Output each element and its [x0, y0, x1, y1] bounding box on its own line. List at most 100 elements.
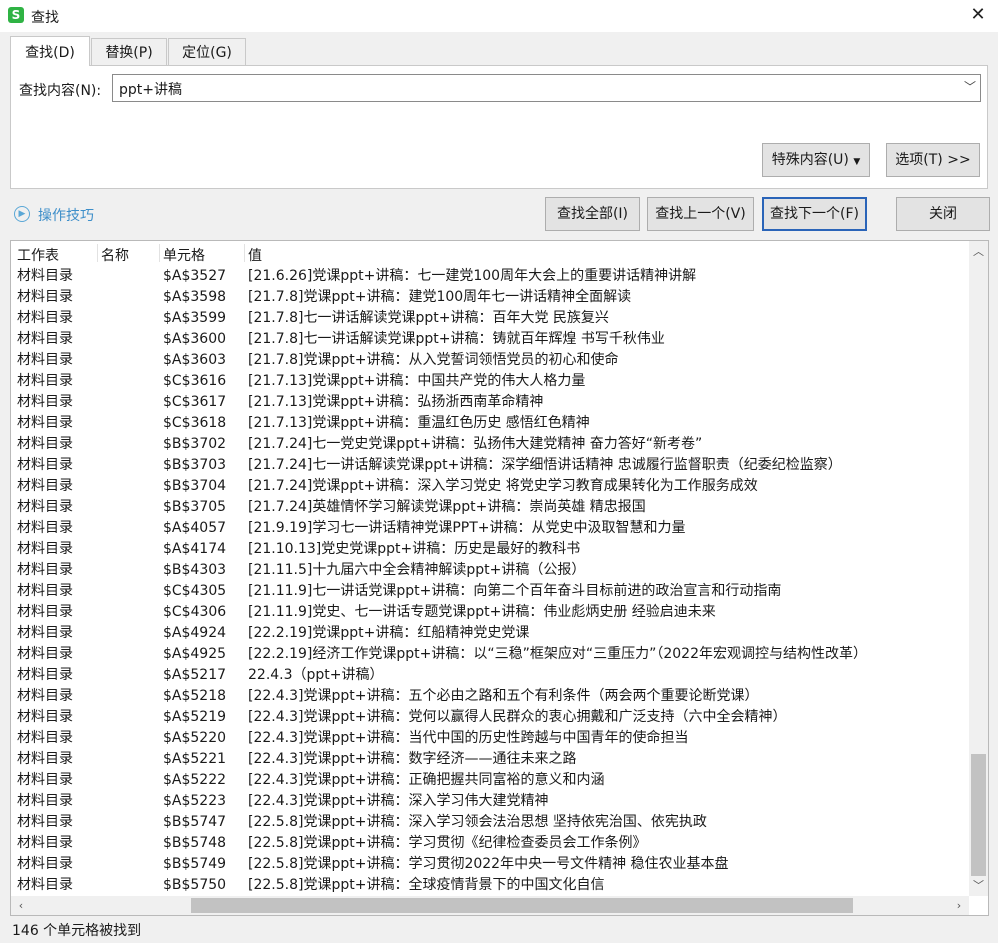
column-header-name[interactable]: 名称: [101, 245, 129, 265]
table-row[interactable]: 材料目录 $A$5217 22.4.3（ppt+讲稿）: [11, 665, 969, 686]
cell-address: $A$5221: [163, 751, 227, 767]
tab-find[interactable]: 查找(D): [10, 36, 90, 66]
table-row[interactable]: 材料目录 $C$4306 [21.11.9]党史、七一讲话专题党课ppt+讲稿：伟业…: [11, 602, 969, 623]
table-row[interactable]: 材料目录 $A$3599 [21.7.8]七一讲话解读党课ppt+讲稿：百年大党 民…: [11, 308, 969, 329]
scroll-up-icon[interactable]: ︿: [969, 243, 988, 259]
cell-address: $B$3704: [163, 478, 227, 494]
table-row[interactable]: 材料目录 $B$5749 [22.5.8]党课ppt+讲稿：学习贯彻2022年中央一…: [11, 854, 969, 875]
cell-sheet: 材料目录: [17, 772, 73, 788]
find-label: 查找内容(N):: [19, 83, 102, 99]
cell-sheet: 材料目录: [17, 730, 73, 746]
cell-address: $A$5217: [163, 667, 227, 683]
table-row[interactable]: 材料目录 $A$4057 [21.9.19]学习七一讲话精神党课PPT+讲稿：从党史…: [11, 518, 969, 539]
scroll-left-icon[interactable]: ‹: [13, 899, 29, 912]
table-row[interactable]: 材料目录 $C$3616 [21.7.13]党课ppt+讲稿：中国共产党的伟大人格力…: [11, 371, 969, 392]
cell-sheet: 材料目录: [17, 751, 73, 767]
column-header-value[interactable]: 值: [248, 245, 262, 265]
cell-address: $B$5747: [163, 814, 227, 830]
table-row[interactable]: 材料目录 $A$4174 [21.10.13]党史党课ppt+讲稿：历史是最好的教科…: [11, 539, 969, 560]
column-header-cell[interactable]: 单元格: [163, 245, 205, 265]
vertical-scroll-thumb[interactable]: [971, 754, 986, 876]
cell-value: [22.4.3]党课ppt+讲稿：正确把握共同富裕的意义和内涵: [248, 772, 605, 788]
cell-address: $B$3703: [163, 457, 227, 473]
find-next-button[interactable]: 查找下一个(F): [762, 197, 867, 231]
table-row[interactable]: 材料目录 $A$5218 [22.4.3]党课ppt+讲稿：五个必由之路和五个有利条…: [11, 686, 969, 707]
tab-replace[interactable]: 替换(P): [91, 38, 167, 66]
cell-sheet: 材料目录: [17, 373, 73, 389]
table-row[interactable]: 材料目录 $B$5747 [22.5.8]党课ppt+讲稿：深入学习领会法治思想 坚…: [11, 812, 969, 833]
cell-sheet: 材料目录: [17, 520, 73, 536]
column-divider[interactable]: [159, 244, 160, 262]
cell-address: $A$4924: [163, 625, 227, 641]
table-row[interactable]: 材料目录 $B$3705 [21.7.24]英雄情怀学习解读党课ppt+讲稿：崇尚英…: [11, 497, 969, 518]
table-row[interactable]: 材料目录 $A$5222 [22.4.3]党课ppt+讲稿：正确把握共同富裕的意义和…: [11, 770, 969, 791]
table-row[interactable]: 材料目录 $A$5223 [22.4.3]党课ppt+讲稿：深入学习伟大建党精神: [11, 791, 969, 812]
scroll-down-icon[interactable]: ﹀: [969, 877, 988, 893]
table-row[interactable]: 材料目录 $C$4305 [21.11.9]七一讲话党课ppt+讲稿：向第二个百年奋…: [11, 581, 969, 602]
cell-address: $C$4306: [163, 604, 227, 620]
cell-value: [22.2.19]经济工作党课ppt+讲稿：以“三稳”框架应对“三重压力”（20…: [248, 646, 867, 662]
cell-value: [22.4.3]党课ppt+讲稿：五个必由之路和五个有利条件（两会两个重要论断党…: [248, 688, 759, 704]
table-row[interactable]: 材料目录 $A$3598 [21.7.8]党课ppt+讲稿：建党100周年七一讲话精…: [11, 287, 969, 308]
cell-address: $A$3599: [163, 310, 227, 326]
cell-value: [21.7.8]七一讲话解读党课ppt+讲稿：铸就百年辉煌 书写千秋伟业: [248, 331, 665, 347]
cell-sheet: 材料目录: [17, 793, 73, 809]
cell-value: [21.7.8]党课ppt+讲稿：从入党誓词领悟党员的初心和使命: [248, 352, 619, 368]
cell-value: [22.5.8]党课ppt+讲稿：学习贯彻《纪律检查委员会工作条例》: [248, 835, 647, 851]
close-button[interactable]: 关闭: [896, 197, 990, 231]
find-all-button[interactable]: 查找全部(I): [545, 197, 640, 231]
cell-address: $A$4174: [163, 541, 227, 557]
play-circle-icon[interactable]: ▶: [14, 206, 30, 222]
close-icon[interactable]: ✕: [966, 3, 990, 27]
cell-value: [21.11.5]十九届六中全会精神解读ppt+讲稿（公报）: [248, 562, 586, 578]
cell-sheet: 材料目录: [17, 688, 73, 704]
cell-sheet: 材料目录: [17, 646, 73, 662]
table-row[interactable]: 材料目录 $B$3702 [21.7.24]七一党史党课ppt+讲稿：弘扬伟大建党精…: [11, 434, 969, 455]
cell-sheet: 材料目录: [17, 268, 73, 284]
cell-sheet: 材料目录: [17, 604, 73, 620]
table-row[interactable]: 材料目录 $A$5220 [22.4.3]党课ppt+讲稿：当代中国的历史性跨越与中…: [11, 728, 969, 749]
cell-address: $B$5750: [163, 877, 227, 893]
table-row[interactable]: 材料目录 $B$3704 [21.7.24]党课ppt+讲稿：深入学习党史 将党史学…: [11, 476, 969, 497]
cell-value: [21.11.9]党史、七一讲话专题党课ppt+讲稿：伟业彪炳史册 经验启迪未来: [248, 604, 716, 620]
cell-sheet: 材料目录: [17, 394, 73, 410]
table-row[interactable]: 材料目录 $A$4925 [22.2.19]经济工作党课ppt+讲稿：以“三稳”框架…: [11, 644, 969, 665]
cell-value: [21.7.13]党课ppt+讲稿：重温红色历史 感悟红色精神: [248, 415, 590, 431]
column-header-sheet[interactable]: 工作表: [17, 245, 59, 265]
column-divider[interactable]: [97, 244, 98, 262]
find-previous-button[interactable]: 查找上一个(V): [647, 197, 754, 231]
cell-value: [22.2.19]党课ppt+讲稿：红船精神党史党课: [248, 625, 530, 641]
table-row[interactable]: 材料目录 $B$5750 [22.5.8]党课ppt+讲稿：全球疫情背景下的中国文化…: [11, 875, 969, 896]
horizontal-scroll-thumb[interactable]: [191, 898, 853, 913]
cell-value: [22.4.3]党课ppt+讲稿：党何以赢得人民群众的衷心拥戴和广泛支持（六中全…: [248, 709, 787, 725]
table-row[interactable]: 材料目录 $B$5748 [22.5.8]党课ppt+讲稿：学习贯彻《纪律检查委员会…: [11, 833, 969, 854]
tips-link[interactable]: 操作技巧: [38, 205, 94, 225]
table-row[interactable]: 材料目录 $A$5219 [22.4.3]党课ppt+讲稿：党何以赢得人民群众的衷心…: [11, 707, 969, 728]
find-input-value[interactable]: ppt+讲稿: [119, 79, 182, 99]
cell-address: $A$4057: [163, 520, 227, 536]
cell-sheet: 材料目录: [17, 478, 73, 494]
special-content-button[interactable]: 特殊内容(U) ▼: [762, 143, 870, 177]
table-row[interactable]: 材料目录 $C$3618 [21.7.13]党课ppt+讲稿：重温红色历史 感悟红色…: [11, 413, 969, 434]
find-input[interactable]: ppt+讲稿 ﹀: [112, 74, 981, 102]
special-content-label: 特殊内容(U): [771, 152, 849, 168]
table-row[interactable]: 材料目录 $B$4303 [21.11.5]十九届六中全会精神解读ppt+讲稿（公报…: [11, 560, 969, 581]
cell-address: $B$3705: [163, 499, 227, 515]
app-logo-icon: S: [8, 7, 24, 23]
cell-value: [22.5.8]党课ppt+讲稿：学习贯彻2022年中央一号文件精神 稳住农业基…: [248, 856, 729, 872]
cell-value: [22.4.3]党课ppt+讲稿：数字经济——通往未来之路: [248, 751, 577, 767]
column-divider[interactable]: [244, 244, 245, 262]
table-row[interactable]: 材料目录 $A$3603 [21.7.8]党课ppt+讲稿：从入党誓词领悟党员的初心…: [11, 350, 969, 371]
tab-goto[interactable]: 定位(G): [168, 38, 246, 66]
results-table[interactable]: 工作表 名称 单元格 值 材料目录 $A$3527 [21.6.26]党课ppt+讲…: [10, 240, 989, 916]
options-button[interactable]: 选项(T) >>: [886, 143, 980, 177]
table-row[interactable]: 材料目录 $A$3527 [21.6.26]党课ppt+讲稿：七一建党100周年大会…: [11, 266, 969, 287]
scroll-right-icon[interactable]: ›: [951, 899, 967, 912]
table-row[interactable]: 材料目录 $B$3703 [21.7.24]七一讲话解读党课ppt+讲稿：深学细悟讲…: [11, 455, 969, 476]
table-row[interactable]: 材料目录 $A$4924 [22.2.19]党课ppt+讲稿：红船精神党史党课: [11, 623, 969, 644]
table-row[interactable]: 材料目录 $A$5221 [22.4.3]党课ppt+讲稿：数字经济——通往未来之路: [11, 749, 969, 770]
chevron-down-icon[interactable]: ﹀: [964, 78, 976, 95]
table-row[interactable]: 材料目录 $A$3600 [21.7.8]七一讲话解读党课ppt+讲稿：铸就百年辉煌…: [11, 329, 969, 350]
table-row[interactable]: 材料目录 $C$3617 [21.7.13]党课ppt+讲稿：弘扬浙西南革命精神: [11, 392, 969, 413]
cell-sheet: 材料目录: [17, 667, 73, 683]
